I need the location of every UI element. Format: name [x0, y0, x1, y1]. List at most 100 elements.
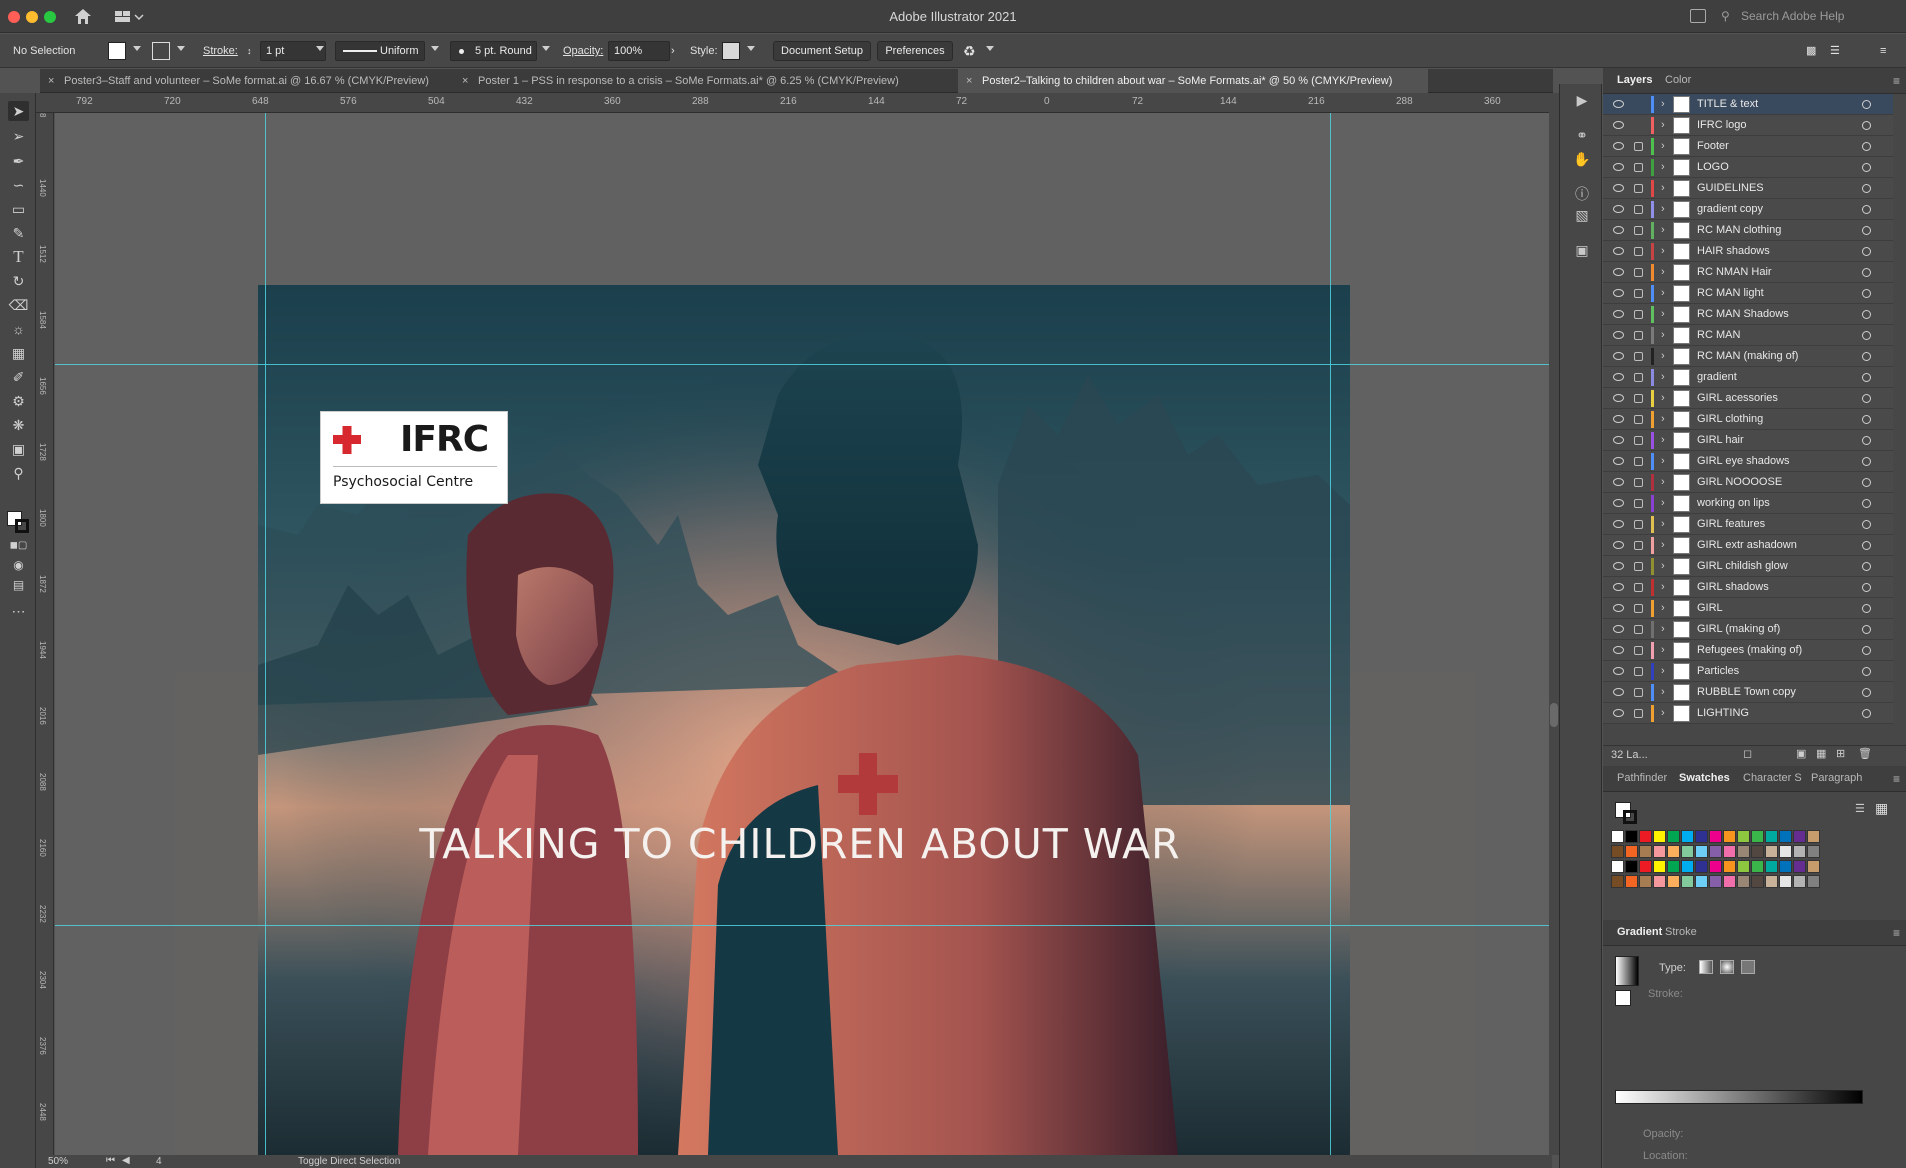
expand-arrow-icon[interactable]: ›: [1661, 644, 1665, 656]
lock-icon[interactable]: [1634, 289, 1643, 298]
screen-mode-icon[interactable]: ▤: [8, 575, 29, 595]
graphic-style-swatch[interactable]: [722, 42, 740, 60]
color-swatch[interactable]: [1779, 845, 1792, 858]
target-icon[interactable]: [1862, 394, 1871, 403]
color-swatch[interactable]: [1793, 875, 1806, 888]
color-swatch[interactable]: [1625, 875, 1638, 888]
new-sublayer-icon[interactable]: ▦: [1816, 747, 1826, 760]
horizontal-ruler[interactable]: 792 720 648 576 504 432 360 288 216 144 72 0 72 144 21…: [36, 93, 1853, 113]
eye-icon[interactable]: [1613, 121, 1624, 129]
target-icon[interactable]: [1862, 688, 1871, 697]
selection-tool-icon[interactable]: ➤: [8, 101, 29, 121]
color-swatch[interactable]: [1765, 860, 1778, 873]
color-swatch[interactable]: [1793, 845, 1806, 858]
eye-icon[interactable]: [1613, 142, 1624, 150]
color-swatch[interactable]: [1611, 845, 1624, 858]
gradient-preview[interactable]: [1615, 956, 1639, 986]
locate-object-icon[interactable]: ◻: [1743, 747, 1752, 760]
document-setup-button[interactable]: Document Setup: [773, 41, 871, 61]
gradient-slider[interactable]: [1615, 1090, 1863, 1104]
color-swatch[interactable]: [1695, 830, 1708, 843]
layer-name[interactable]: GIRL eye shadows: [1697, 455, 1790, 467]
layer-name[interactable]: RUBBLE Town copy: [1697, 686, 1796, 698]
color-swatch[interactable]: [1807, 860, 1820, 873]
expand-arrow-icon[interactable]: ›: [1661, 539, 1665, 551]
tab-layers[interactable]: Layers: [1617, 74, 1652, 86]
layer-name[interactable]: Footer: [1697, 140, 1729, 152]
variable-width-profile[interactable]: Uniform: [335, 41, 425, 61]
expand-arrow-icon[interactable]: ›: [1661, 329, 1665, 341]
color-swatch[interactable]: [1653, 875, 1666, 888]
chevron-down-icon[interactable]: [133, 46, 141, 51]
vertical-ruler[interactable]: 8 1440 1512 1584 1656 1728 1800 1872 1944 2016 208…: [36, 113, 54, 1155]
chevron-down-icon[interactable]: [747, 46, 755, 51]
poster-headline[interactable]: TALKING TO CHILDREN ABOUT WAR: [400, 820, 1200, 868]
expand-arrow-icon[interactable]: ›: [1661, 602, 1665, 614]
linear-gradient-icon[interactable]: [1699, 960, 1713, 974]
eye-icon[interactable]: [1613, 394, 1624, 402]
close-tab-icon[interactable]: ×: [462, 69, 468, 93]
lock-icon[interactable]: [1634, 226, 1643, 235]
tab-swatches[interactable]: Swatches: [1679, 772, 1730, 784]
first-artboard-icon[interactable]: ⏮: [106, 1155, 115, 1166]
curvature-tool-icon[interactable]: ∽: [8, 175, 29, 195]
lock-icon[interactable]: [1634, 436, 1643, 445]
previous-artboard-icon[interactable]: ◀: [122, 1155, 130, 1166]
color-swatch[interactable]: [1807, 875, 1820, 888]
target-icon[interactable]: [1862, 289, 1871, 298]
artboard-tool-icon[interactable]: ▣: [8, 439, 29, 459]
eye-icon[interactable]: [1613, 310, 1624, 318]
lock-icon[interactable]: [1634, 667, 1643, 676]
document-tab-active[interactable]: × Poster2–Talking to children about war –…: [958, 69, 1428, 93]
list-view-icon[interactable]: ☰: [1855, 802, 1865, 815]
guide-line[interactable]: [1330, 113, 1331, 1155]
color-swatch[interactable]: [1681, 875, 1694, 888]
layer-name[interactable]: LIGHTING: [1697, 707, 1749, 719]
eraser-tool-icon[interactable]: ⌫: [8, 295, 29, 315]
eyedropper-tool-icon[interactable]: ✐: [8, 367, 29, 387]
layer-name[interactable]: gradient copy: [1697, 203, 1763, 215]
expand-arrow-icon[interactable]: ›: [1661, 413, 1665, 425]
color-swatch[interactable]: [1681, 830, 1694, 843]
color-swatch[interactable]: [1751, 875, 1764, 888]
color-swatch[interactable]: [1751, 845, 1764, 858]
rotate-tool-icon[interactable]: ↻: [8, 271, 29, 291]
preferences-button[interactable]: Preferences: [877, 41, 953, 61]
color-mode-icon[interactable]: ◼▢: [8, 536, 29, 556]
panel-menu-icon[interactable]: ≡: [1880, 42, 1886, 61]
color-swatch[interactable]: [1737, 875, 1750, 888]
layer-name[interactable]: GIRL NOOOOSE: [1697, 476, 1782, 488]
layer-row[interactable]: › GIRL NOOOOSE: [1603, 472, 1893, 493]
expand-arrow-icon[interactable]: ›: [1661, 686, 1665, 698]
target-icon[interactable]: [1862, 457, 1871, 466]
layer-name[interactable]: GIRL clothing: [1697, 413, 1763, 425]
paintbrush-tool-icon[interactable]: ✎: [8, 223, 29, 243]
color-swatch[interactable]: [1723, 875, 1736, 888]
color-swatch[interactable]: [1611, 830, 1624, 843]
tab-gradient[interactable]: Gradient: [1617, 926, 1662, 938]
color-swatch[interactable]: [1709, 875, 1722, 888]
color-swatch[interactable]: [1723, 860, 1736, 873]
delete-layer-icon[interactable]: 🗑: [1858, 747, 1872, 760]
color-swatch[interactable]: [1695, 875, 1708, 888]
layer-row[interactable]: › GUIDELINES: [1603, 178, 1893, 199]
layer-row[interactable]: › gradient copy: [1603, 199, 1893, 220]
color-swatch[interactable]: [1639, 845, 1652, 858]
color-swatch[interactable]: [1807, 830, 1820, 843]
expand-arrow-icon[interactable]: ›: [1661, 476, 1665, 488]
color-swatch[interactable]: [1667, 845, 1680, 858]
color-swatch[interactable]: [1653, 830, 1666, 843]
eye-icon[interactable]: [1613, 478, 1624, 486]
draw-mode-icon[interactable]: ◉: [8, 555, 29, 575]
layer-name[interactable]: LOGO: [1697, 161, 1729, 173]
lock-icon[interactable]: [1634, 415, 1643, 424]
stepper-icon[interactable]: ↕: [247, 42, 252, 61]
close-tab-icon[interactable]: ×: [966, 69, 972, 93]
layer-row[interactable]: › Footer: [1603, 136, 1893, 157]
stroke-weight-field[interactable]: 1 pt: [260, 41, 326, 61]
color-swatch[interactable]: [1625, 830, 1638, 843]
layer-name[interactable]: GUIDELINES: [1697, 182, 1764, 194]
eye-icon[interactable]: [1613, 499, 1624, 507]
layer-row[interactable]: › GIRL shadows: [1603, 577, 1893, 598]
target-icon[interactable]: [1862, 373, 1871, 382]
